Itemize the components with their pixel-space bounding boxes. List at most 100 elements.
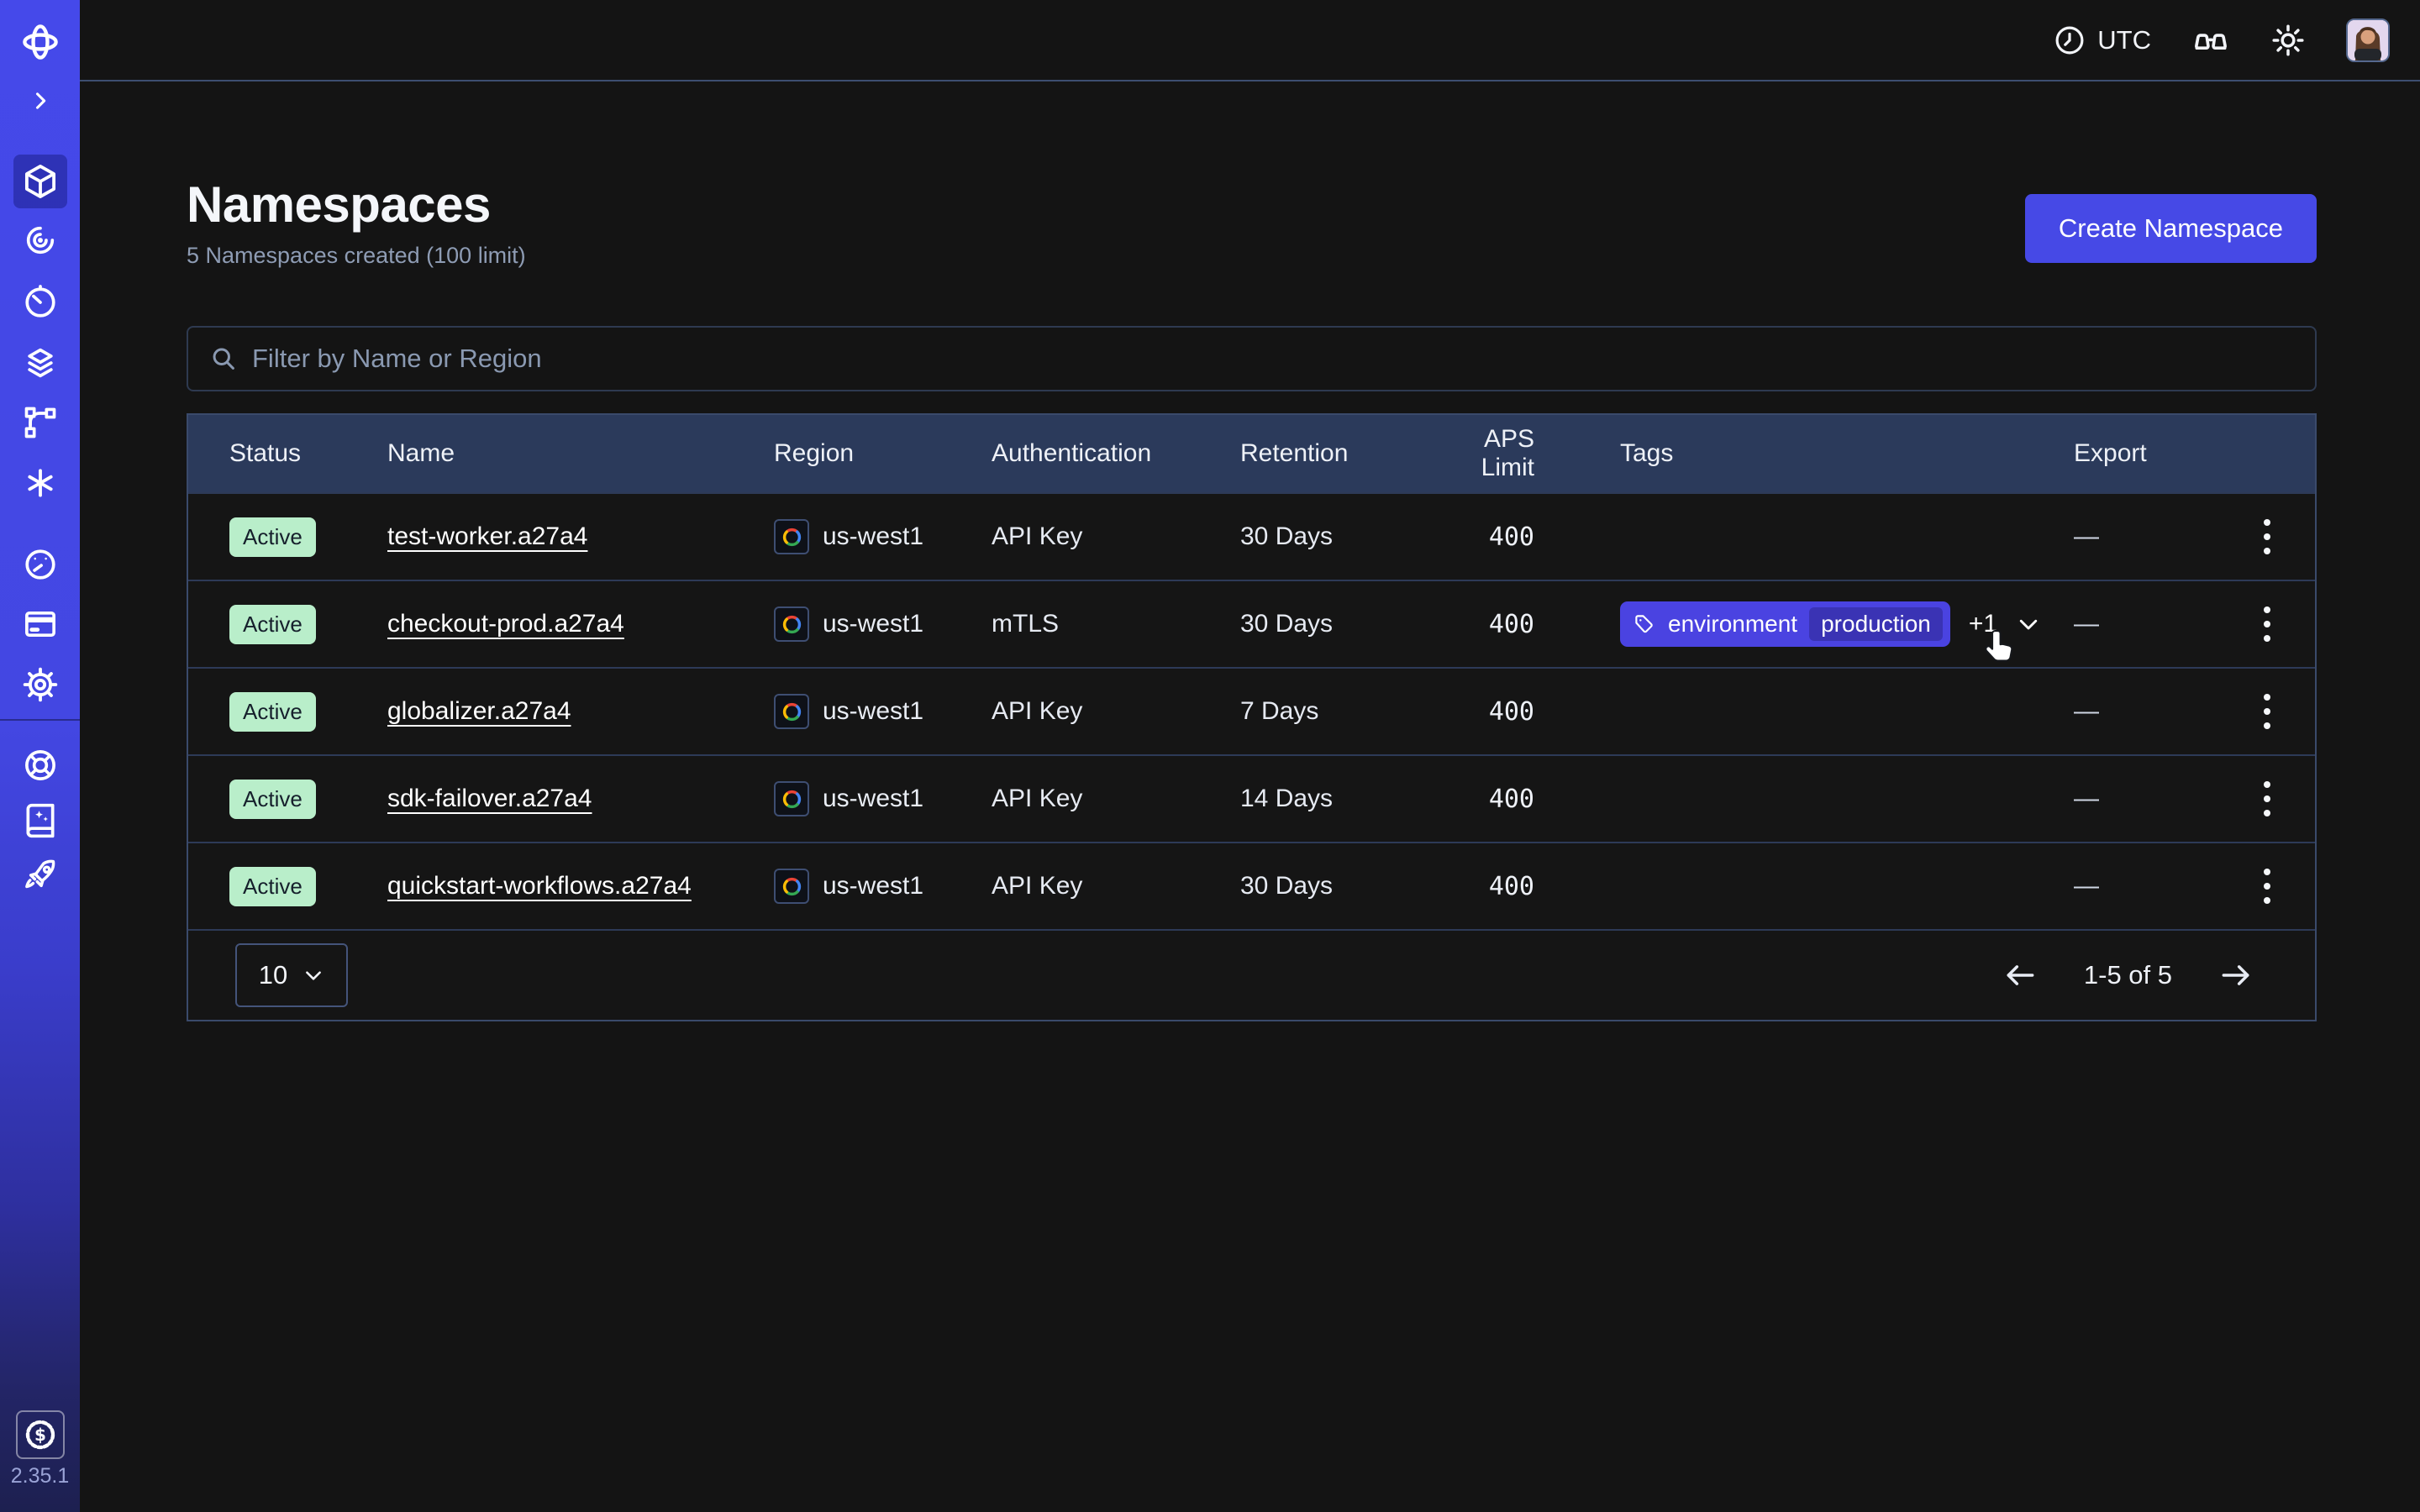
column-header-aps-limit: APS Limit	[1434, 425, 1620, 482]
tag-group: environment production +1	[1620, 601, 2041, 647]
sidebar-item-workflows[interactable]	[13, 213, 67, 267]
namespace-link[interactable]: quickstart-workflows.a27a4	[387, 872, 692, 900]
name-cell: quickstart-workflows.a27a4	[387, 872, 774, 900]
clock-icon	[2054, 24, 2086, 56]
authentication-cell: API Key	[992, 785, 1240, 813]
user-avatar[interactable]	[2346, 18, 2390, 62]
retention-cell: 7 Days	[1240, 697, 1434, 726]
retention-cell: 30 Days	[1240, 522, 1434, 551]
retention-cell: 30 Days	[1240, 872, 1434, 900]
filter-input[interactable]	[252, 344, 2295, 374]
export-cell: —	[2074, 872, 2239, 900]
page-header: Namespaces 5 Namespaces created (100 lim…	[187, 177, 2317, 269]
radar-spiral-icon	[22, 222, 59, 259]
google-cloud-icon	[774, 781, 809, 816]
region-label: us-west1	[823, 610, 923, 638]
sidebar-item-nexus[interactable]	[13, 456, 67, 510]
export-cell: —	[2074, 785, 2239, 813]
aps-limit-cell: 400	[1434, 610, 1620, 639]
dollar-seal-icon: $	[24, 1418, 57, 1452]
chevron-down-icon	[302, 964, 324, 986]
temporal-logo-icon	[18, 20, 62, 64]
sidebar-item-settings[interactable]	[13, 658, 67, 711]
row-menu-button[interactable]	[2244, 507, 2290, 566]
sidebar-expand-button[interactable]	[13, 77, 67, 124]
actions-cell	[2239, 857, 2315, 916]
tag-pill[interactable]: environment production	[1620, 601, 1950, 647]
aps-limit-cell: 400	[1434, 785, 1620, 814]
tag-value: production	[1809, 607, 1943, 641]
namespace-link[interactable]: globalizer.a27a4	[387, 697, 571, 725]
region-cell: us-west1	[774, 781, 992, 816]
search-icon	[208, 344, 239, 374]
app-root: $ 2.35.1 UTC	[0, 0, 2420, 1512]
glasses-icon	[2191, 21, 2230, 60]
table-row: Active checkout-prod.a27a4 us-west1 mTLS…	[188, 580, 2315, 667]
sidebar-item-getting-started[interactable]	[13, 849, 67, 903]
browser-card-icon	[22, 606, 59, 643]
column-header-retention: Retention	[1240, 439, 1434, 468]
create-namespace-button[interactable]: Create Namespace	[2025, 194, 2317, 263]
rocket-icon	[22, 858, 59, 895]
asterisk-icon	[22, 465, 59, 501]
status-badge: Active	[229, 867, 316, 906]
table-row: Active quickstart-workflows.a27a4 us-wes…	[188, 842, 2315, 929]
table-header-row: Status Name Region Authentication Retent…	[188, 415, 2315, 492]
aps-limit-cell: 400	[1434, 872, 1620, 901]
sidebar-item-docs[interactable]	[13, 794, 67, 848]
sidebar-item-namespaces[interactable]	[13, 155, 67, 208]
namespace-link[interactable]: checkout-prod.a27a4	[387, 610, 624, 638]
column-header-region: Region	[774, 439, 992, 468]
name-cell: sdk-failover.a27a4	[387, 785, 774, 813]
tag-more-count[interactable]: +1	[1969, 610, 1997, 638]
namespace-link[interactable]: sdk-failover.a27a4	[387, 785, 592, 812]
timezone-selector[interactable]: UTC	[2054, 24, 2151, 56]
app-version: 2.35.1	[0, 1464, 80, 1488]
region-label: us-west1	[823, 785, 923, 813]
retention-cell: 14 Days	[1240, 785, 1434, 813]
sidebar-item-support[interactable]	[13, 738, 67, 792]
namespace-link[interactable]: test-worker.a27a4	[387, 522, 587, 550]
temporal-logo[interactable]	[13, 18, 67, 66]
row-menu-button[interactable]	[2244, 769, 2290, 828]
plan-pricing-button[interactable]: $	[16, 1410, 65, 1459]
authentication-cell: mTLS	[992, 610, 1240, 638]
theme-toggle-button[interactable]	[2270, 23, 2306, 58]
export-cell: —	[2074, 610, 2239, 638]
column-header-name: Name	[387, 439, 774, 468]
page-size-select[interactable]: 10	[235, 943, 348, 1007]
sidebar-item-deployments[interactable]	[13, 336, 67, 390]
tag-key: environment	[1668, 611, 1797, 638]
next-page-button[interactable]	[2217, 957, 2254, 994]
sun-icon	[2270, 23, 2306, 58]
sidebar-item-billing[interactable]	[13, 597, 67, 651]
row-menu-button[interactable]	[2244, 595, 2290, 654]
google-cloud-icon	[774, 519, 809, 554]
column-header-export: Export	[2074, 439, 2239, 468]
authentication-cell: API Key	[992, 872, 1240, 900]
sidebar-item-batch-operations[interactable]	[13, 396, 67, 449]
table-body: Active test-worker.a27a4 us-west1 API Ke…	[188, 492, 2315, 929]
prev-page-button[interactable]	[2002, 957, 2039, 994]
export-cell: —	[2074, 697, 2239, 726]
filter-box	[187, 326, 2317, 391]
pagination-range: 1-5 of 5	[2084, 960, 2172, 990]
labs-toggle-button[interactable]	[2191, 21, 2230, 60]
cube-icon	[21, 162, 60, 201]
status-cell: Active	[229, 867, 387, 906]
sidebar-item-usage[interactable]	[13, 538, 67, 591]
sidebar-divider	[0, 719, 80, 721]
status-cell: Active	[229, 605, 387, 644]
pagination-controls: 1-5 of 5	[2002, 957, 2254, 994]
tags-expand-chevron-icon[interactable]	[2016, 612, 2041, 637]
table-footer: 10 1-5 of 5	[188, 929, 2315, 1020]
tags-cell: environment production +1	[1620, 601, 2074, 647]
region-cell: us-west1	[774, 869, 992, 904]
row-menu-button[interactable]	[2244, 682, 2290, 741]
namespaces-table: Status Name Region Authentication Retent…	[187, 413, 2317, 1021]
chevron-right-icon	[29, 89, 52, 113]
row-menu-button[interactable]	[2244, 857, 2290, 916]
sidebar-item-schedules[interactable]	[13, 276, 67, 329]
google-cloud-icon	[774, 869, 809, 904]
table-row: Active globalizer.a27a4 us-west1 API Key…	[188, 667, 2315, 754]
